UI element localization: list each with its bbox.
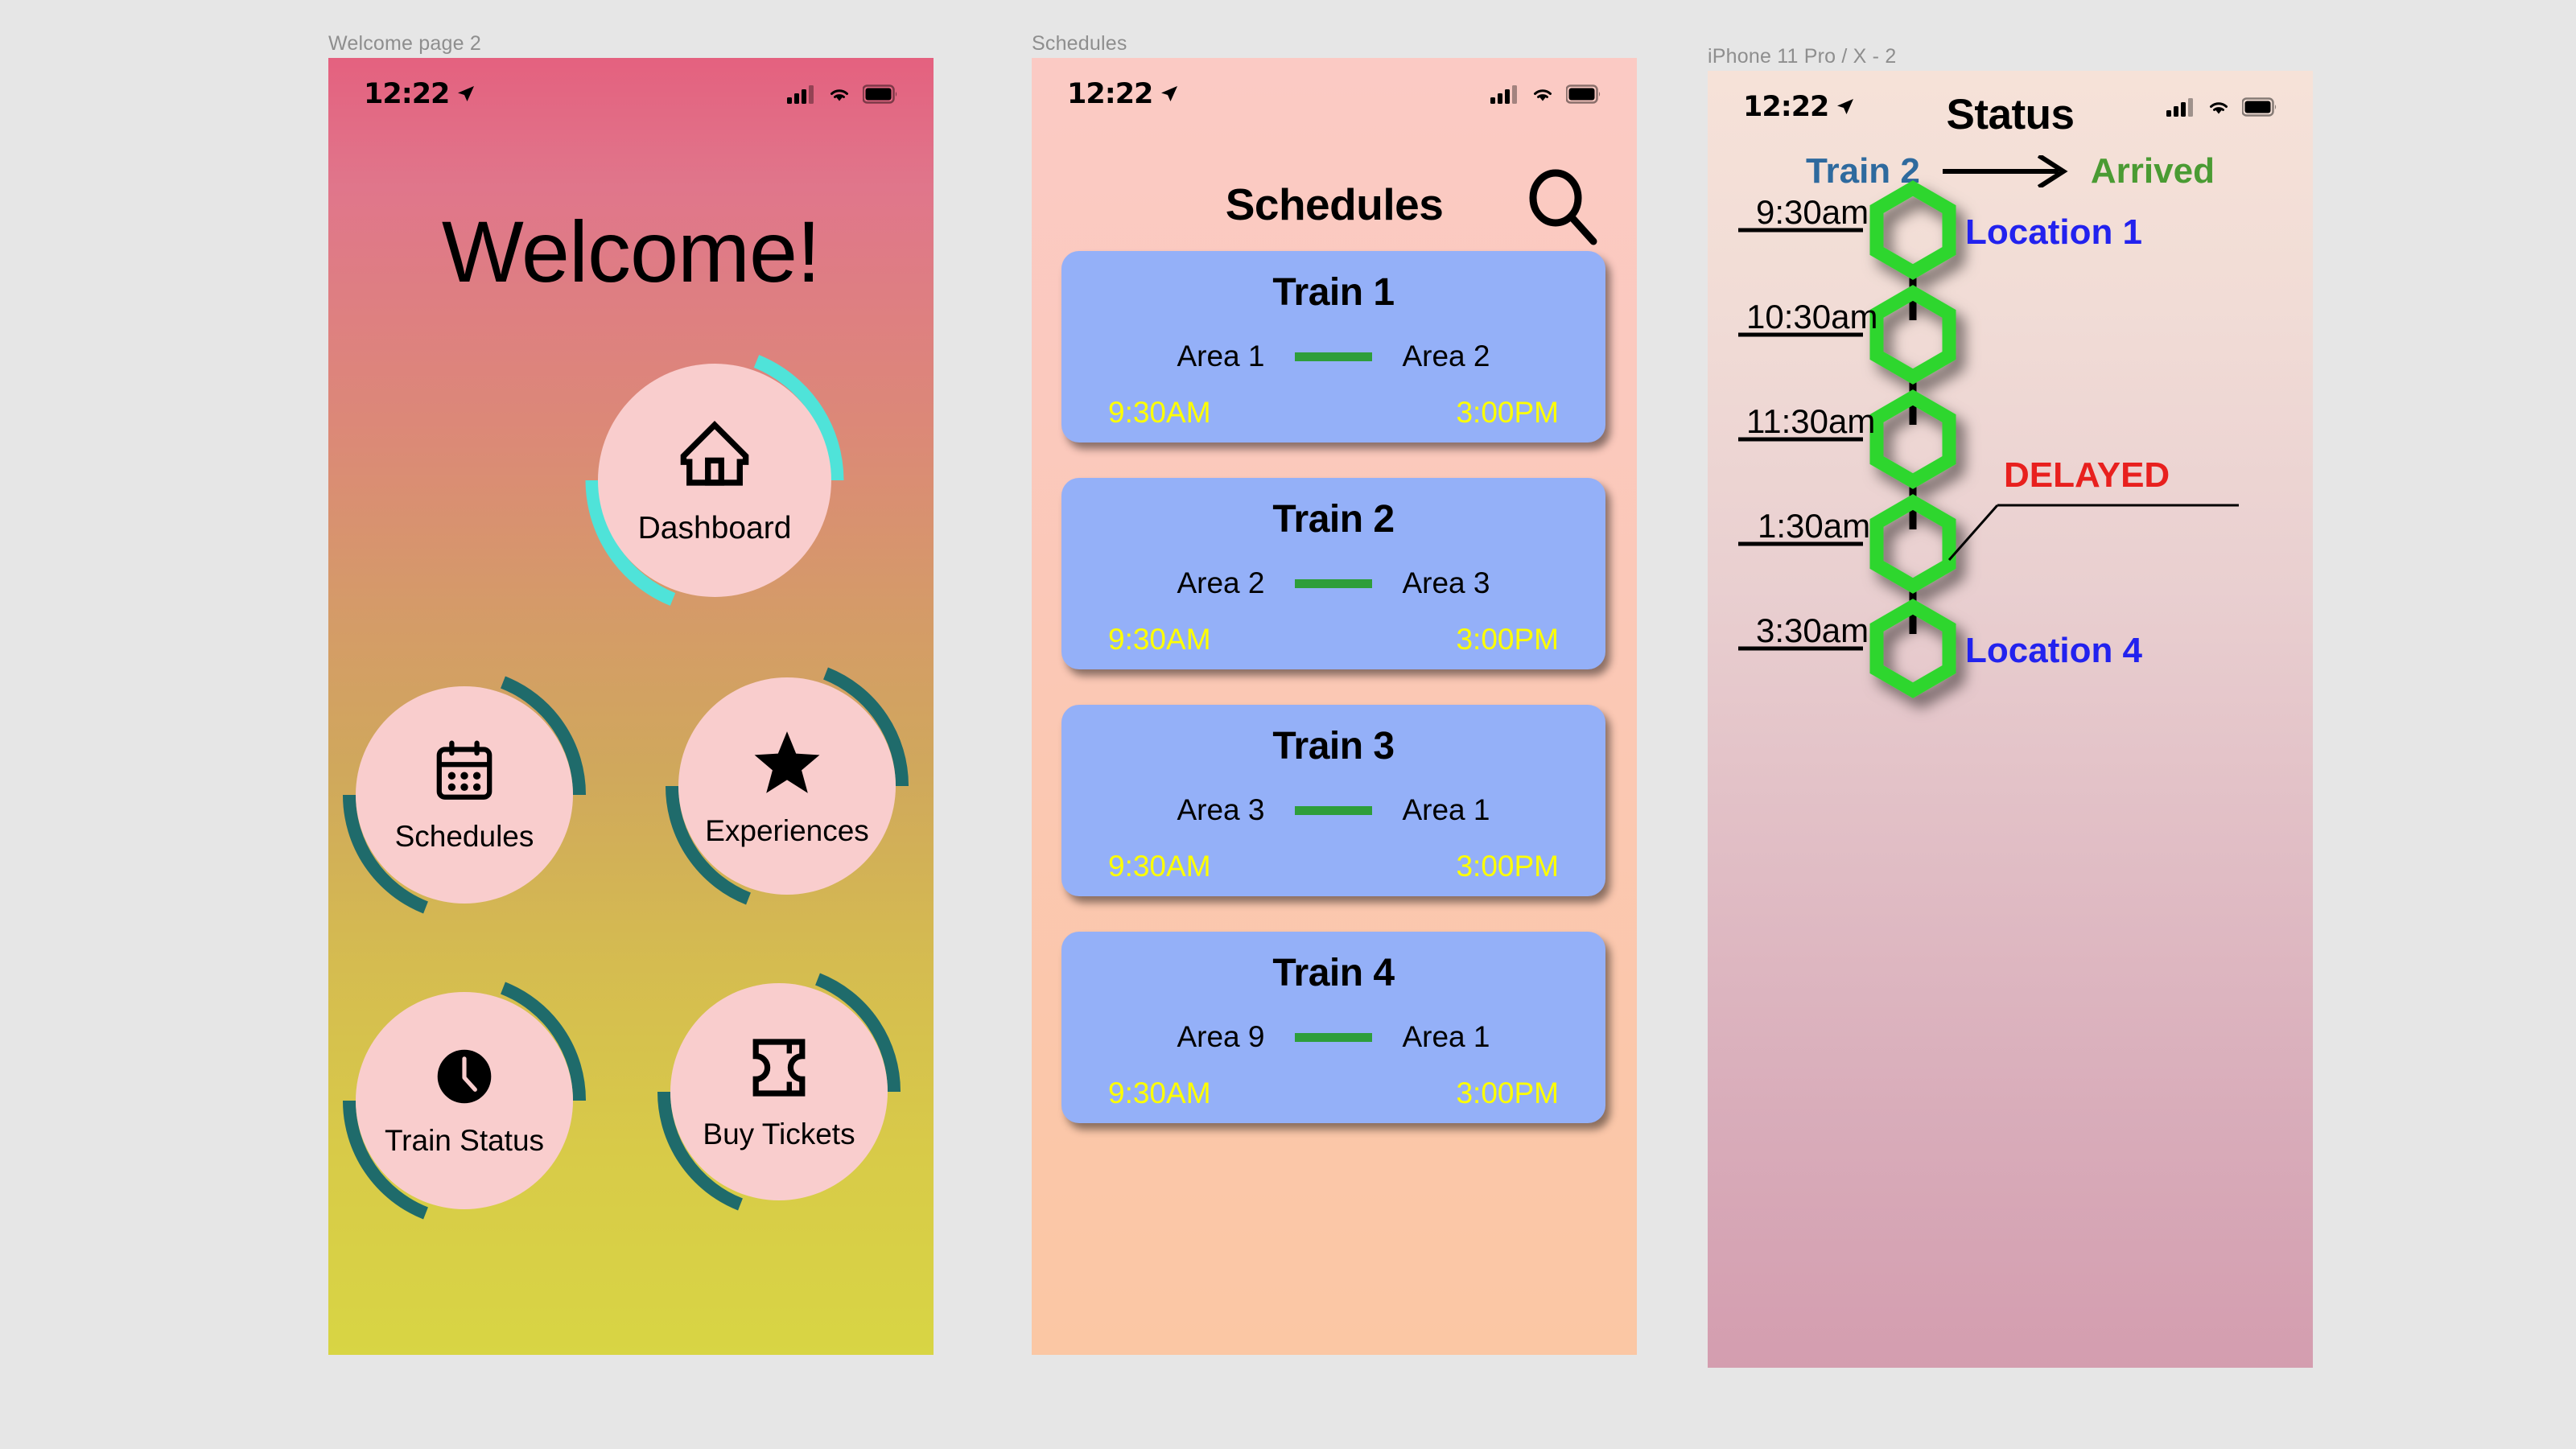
train-name: Train 4 xyxy=(1272,952,1395,994)
train-name: Train 3 xyxy=(1272,725,1395,768)
route-line xyxy=(1295,805,1372,815)
route-line xyxy=(1295,352,1372,361)
train-card[interactable]: Train 4 Area 9 Area 1 9:30AM 3:00PM xyxy=(1061,932,1605,1123)
location-arrow-icon xyxy=(458,86,475,101)
page-title: Welcome! xyxy=(441,203,821,300)
status-bar-left: 12:22 xyxy=(1067,78,1179,110)
home-icon xyxy=(680,420,749,486)
wifi-icon xyxy=(831,89,848,101)
timeline-time-label: 10:30am xyxy=(1746,298,1878,335)
menu-disc: Schedules xyxy=(356,686,573,904)
arrival-time: 3:00PM xyxy=(1456,396,1559,429)
menu-label: Buy Tickets xyxy=(703,1117,855,1151)
origin-area: Area 3 xyxy=(1177,793,1265,826)
menu-item-train-status[interactable]: Train Status xyxy=(336,972,593,1229)
departure-time: 9:30AM xyxy=(1108,1076,1211,1109)
menu-disc: Train Status xyxy=(356,992,573,1209)
timeline-location-label: Location 4 xyxy=(1965,631,2143,670)
schedules-header: Schedules xyxy=(1032,169,1637,251)
train-times: 9:30AM 3:00PM xyxy=(1061,1076,1605,1110)
arrival-time: 3:00PM xyxy=(1456,1076,1559,1109)
train-card[interactable]: Train 1 Area 1 Area 2 9:30AM 3:00PM xyxy=(1061,251,1605,443)
departure-time: 9:30AM xyxy=(1108,623,1211,656)
destination-area: Area 1 xyxy=(1402,1020,1490,1053)
clock-icon xyxy=(437,1049,492,1103)
delayed-leader-line xyxy=(1947,504,2239,561)
departure-time: 9:30AM xyxy=(1108,396,1211,429)
cellular-signal-icon xyxy=(1490,85,1517,104)
origin-area: Area 9 xyxy=(1177,1020,1265,1053)
menu-label: Dashboard xyxy=(637,510,792,545)
menu-disc: Experiences xyxy=(678,677,896,895)
battery-full-icon xyxy=(863,84,897,104)
destination-area: Area 2 xyxy=(1402,340,1490,373)
location-arrow-icon xyxy=(1161,86,1178,101)
train-name: Train 2 xyxy=(1272,498,1395,541)
status-badge-delayed: DELAYED xyxy=(2004,455,2170,495)
train-route: Area 1 Area 2 xyxy=(1061,340,1605,373)
timeline-node xyxy=(1869,180,1956,280)
timeline-location-label: Location 1 xyxy=(1965,212,2143,252)
train-route: Area 3 Area 1 xyxy=(1061,793,1605,827)
destination-area: Area 1 xyxy=(1402,793,1490,826)
frame-label-welcome: Welcome page 2 xyxy=(328,32,481,55)
arrival-time: 3:00PM xyxy=(1456,850,1559,883)
train-times: 9:30AM 3:00PM xyxy=(1061,850,1605,883)
status-bar-right xyxy=(1490,84,1601,104)
departure-time: 9:30AM xyxy=(1108,850,1211,883)
cellular-signal-icon xyxy=(787,85,814,104)
route-line xyxy=(1295,578,1372,588)
status-bar-left: 12:22 xyxy=(364,78,476,110)
search-button[interactable] xyxy=(1523,167,1603,248)
menu-item-dashboard[interactable]: Dashboard xyxy=(578,344,851,617)
timeline-time-label: 1:30am xyxy=(1758,507,1871,545)
status-bar-welcome: 12:22 xyxy=(328,58,934,130)
train-card[interactable]: Train 2 Area 2 Area 3 9:30AM 3:00PM xyxy=(1061,478,1605,669)
train-route: Area 9 Area 1 xyxy=(1061,1020,1605,1054)
menu-label: Train Status xyxy=(384,1123,545,1157)
status-bar-clock: 12:22 xyxy=(1067,78,1153,110)
train-times: 9:30AM 3:00PM xyxy=(1061,396,1605,430)
calendar-icon xyxy=(436,740,493,800)
schedules-screen: 12:22 Schedules Train 1 Area 1 Area 2 9:… xyxy=(1032,58,1637,1355)
status-bar-clock: 12:22 xyxy=(364,78,450,110)
menu-disc: Dashboard xyxy=(598,364,831,597)
welcome-screen: 12:22 Welcome! Dashboard Schedules Exper… xyxy=(328,58,934,1355)
star-icon xyxy=(754,731,820,793)
menu-label: Schedules xyxy=(394,819,534,853)
menu-item-schedules[interactable]: Schedules xyxy=(336,666,593,924)
ticket-icon xyxy=(752,1038,806,1097)
origin-area: Area 2 xyxy=(1177,566,1265,599)
timeline-time-label: 9:30am xyxy=(1756,193,1869,231)
wifi-icon xyxy=(1534,89,1552,101)
menu-label: Experiences xyxy=(705,813,869,847)
destination-area: Area 3 xyxy=(1402,566,1490,599)
arrival-time: 3:00PM xyxy=(1456,623,1559,656)
train-route: Area 2 Area 3 xyxy=(1061,566,1605,600)
status-screen: 12:22 Status Train 2 Arrived 9:30am 10:3… xyxy=(1708,71,2313,1368)
search-icon xyxy=(1529,169,1597,245)
train-times: 9:30AM 3:00PM xyxy=(1061,623,1605,657)
timeline-time-label: 3:30am xyxy=(1756,611,1869,649)
route-timeline xyxy=(1738,180,2239,698)
menu-item-buy-tickets[interactable]: Buy Tickets xyxy=(650,963,908,1221)
menu-disc: Buy Tickets xyxy=(670,983,888,1200)
route-line xyxy=(1295,1032,1372,1042)
status-bar-right xyxy=(787,84,898,104)
menu-item-experiences[interactable]: Experiences xyxy=(658,657,916,915)
status-bar-schedules: 12:22 xyxy=(1032,58,1637,130)
origin-area: Area 1 xyxy=(1177,340,1265,373)
battery-full-icon xyxy=(1566,84,1601,104)
frame-label-status: iPhone 11 Pro / X - 2 xyxy=(1708,45,1897,68)
timeline-time-label: 11:30am xyxy=(1746,402,1876,440)
frame-label-schedules: Schedules xyxy=(1032,32,1127,55)
train-card[interactable]: Train 3 Area 3 Area 1 9:30AM 3:00PM xyxy=(1061,705,1605,896)
screenshot-canvas: Welcome page 2 Schedules iPhone 11 Pro /… xyxy=(0,0,2576,1449)
train-name: Train 1 xyxy=(1272,271,1395,314)
